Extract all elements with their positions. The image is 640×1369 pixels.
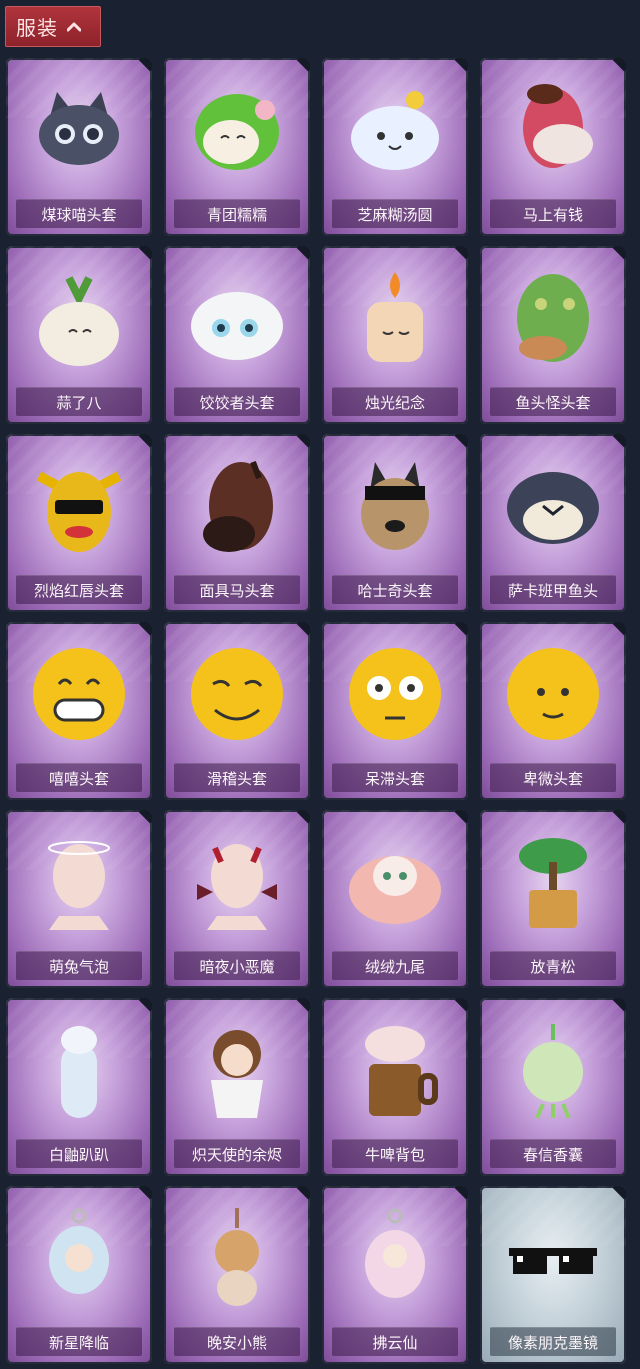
- white-weasel-icon: [29, 1020, 129, 1120]
- costume-card[interactable]: 春信香囊: [480, 998, 626, 1176]
- costume-label: 呆滞头套: [332, 763, 458, 792]
- costume-label: 饺饺者头套: [174, 387, 300, 416]
- dumpling-head-icon: [187, 268, 287, 368]
- costume-card[interactable]: 煤球喵头套: [6, 58, 152, 236]
- costume-card[interactable]: 拂云仙: [322, 1186, 468, 1364]
- costume-card[interactable]: 卑微头套: [480, 622, 626, 800]
- sachet-icon: [503, 1020, 603, 1120]
- bear-keychain-icon: [187, 1208, 287, 1308]
- staring-emoji-head-icon: [345, 644, 445, 744]
- costume-label: 马上有钱: [490, 199, 616, 228]
- fairy-keychain-icon: [345, 1208, 445, 1308]
- black-cat-head-icon: [29, 80, 129, 180]
- costume-card[interactable]: 白鼬趴趴: [6, 998, 152, 1176]
- costume-label: 芝麻糊汤圆: [332, 199, 458, 228]
- shy-emoji-head-icon: [503, 644, 603, 744]
- costume-card[interactable]: 鱼头怪头套: [480, 246, 626, 424]
- costume-card[interactable]: 呆滞头套: [322, 622, 468, 800]
- costume-label: 烛光纪念: [332, 387, 458, 416]
- smirking-emoji-head-icon: [187, 644, 287, 744]
- costume-label: 萌兔气泡: [16, 951, 142, 980]
- fish-head-icon: [503, 456, 603, 556]
- costume-card[interactable]: 像素朋克墨镜: [480, 1186, 626, 1364]
- costume-card[interactable]: 面具马头套: [164, 434, 310, 612]
- costume-label: 面具马头套: [174, 575, 300, 604]
- white-rice-ball-head-icon: [345, 80, 445, 180]
- costume-label: 蒜了八: [16, 387, 142, 416]
- costume-label: 青团糯糯: [174, 199, 300, 228]
- costume-card[interactable]: 炽天使的余烬: [164, 998, 310, 1176]
- costume-label: 像素朋克墨镜: [490, 1327, 616, 1356]
- costume-card[interactable]: 晚安小熊: [164, 1186, 310, 1364]
- bunny-bubble-icon: [29, 832, 129, 932]
- costume-card[interactable]: 牛啤背包: [322, 998, 468, 1176]
- grinning-emoji-head-icon: [29, 644, 129, 744]
- costume-label: 白鼬趴趴: [16, 1139, 142, 1168]
- costume-label: 炽天使的余烬: [174, 1139, 300, 1168]
- costume-card[interactable]: 饺饺者头套: [164, 246, 310, 424]
- costume-card[interactable]: 嘻嘻头套: [6, 622, 152, 800]
- costume-label: 萨卡班甲鱼头: [490, 575, 616, 604]
- costume-card[interactable]: 烛光纪念: [322, 246, 468, 424]
- costume-card[interactable]: 新星降临: [6, 1186, 152, 1364]
- costume-label: 鱼头怪头套: [490, 387, 616, 416]
- costume-card[interactable]: 萌兔气泡: [6, 810, 152, 988]
- costume-label: 牛啤背包: [332, 1139, 458, 1168]
- costume-label: 春信香囊: [490, 1139, 616, 1168]
- costume-label: 绒绒九尾: [332, 951, 458, 980]
- costume-card[interactable]: 马上有钱: [480, 58, 626, 236]
- costume-label: 哈士奇头套: [332, 575, 458, 604]
- horse-mask-icon: [187, 456, 287, 556]
- chevron-up-icon[interactable]: [66, 21, 82, 33]
- green-dumpling-head-icon: [187, 80, 287, 180]
- red-horse-head-icon: [503, 80, 603, 180]
- fish-head-mask-icon: [503, 268, 603, 368]
- costume-label: 烈焰红唇头套: [16, 575, 142, 604]
- costume-card[interactable]: 芝麻糊汤圆: [322, 58, 468, 236]
- costume-card[interactable]: 青团糯糯: [164, 58, 310, 236]
- costume-label: 新星降临: [16, 1327, 142, 1356]
- costume-card[interactable]: 萨卡班甲鱼头: [480, 434, 626, 612]
- cow-beer-mug-icon: [345, 1020, 445, 1120]
- costume-label: 嘻嘻头套: [16, 763, 142, 792]
- potted-pine-icon: [503, 832, 603, 932]
- candle-head-icon: [345, 268, 445, 368]
- costume-card[interactable]: 烈焰红唇头套: [6, 434, 152, 612]
- costume-card[interactable]: 暗夜小恶魔: [164, 810, 310, 988]
- costume-label: 拂云仙: [332, 1327, 458, 1356]
- costume-label: 晚安小熊: [174, 1327, 300, 1356]
- category-title: 服装: [16, 16, 58, 40]
- costume-label: 滑稽头套: [174, 763, 300, 792]
- yellow-mascot-head-icon: [29, 456, 129, 556]
- nine-tail-fox-icon: [345, 832, 445, 932]
- little-devil-icon: [187, 832, 287, 932]
- costume-label: 卑微头套: [490, 763, 616, 792]
- costume-label: 放青松: [490, 951, 616, 980]
- dog-head-sunglasses-icon: [345, 456, 445, 556]
- costume-label: 暗夜小恶魔: [174, 951, 300, 980]
- costume-label: 煤球喵头套: [16, 199, 142, 228]
- costume-card[interactable]: 蒜了八: [6, 246, 152, 424]
- star-keychain-icon: [29, 1208, 129, 1308]
- costume-card[interactable]: 放青松: [480, 810, 626, 988]
- costume-card[interactable]: 绒绒九尾: [322, 810, 468, 988]
- angel-figure-icon: [187, 1020, 287, 1120]
- costume-card[interactable]: 哈士奇头套: [322, 434, 468, 612]
- costume-card[interactable]: 滑稽头套: [164, 622, 310, 800]
- costume-category-header[interactable]: 服装: [5, 6, 101, 47]
- pixel-sunglasses-icon: [503, 1208, 603, 1308]
- garlic-head-icon: [29, 268, 129, 368]
